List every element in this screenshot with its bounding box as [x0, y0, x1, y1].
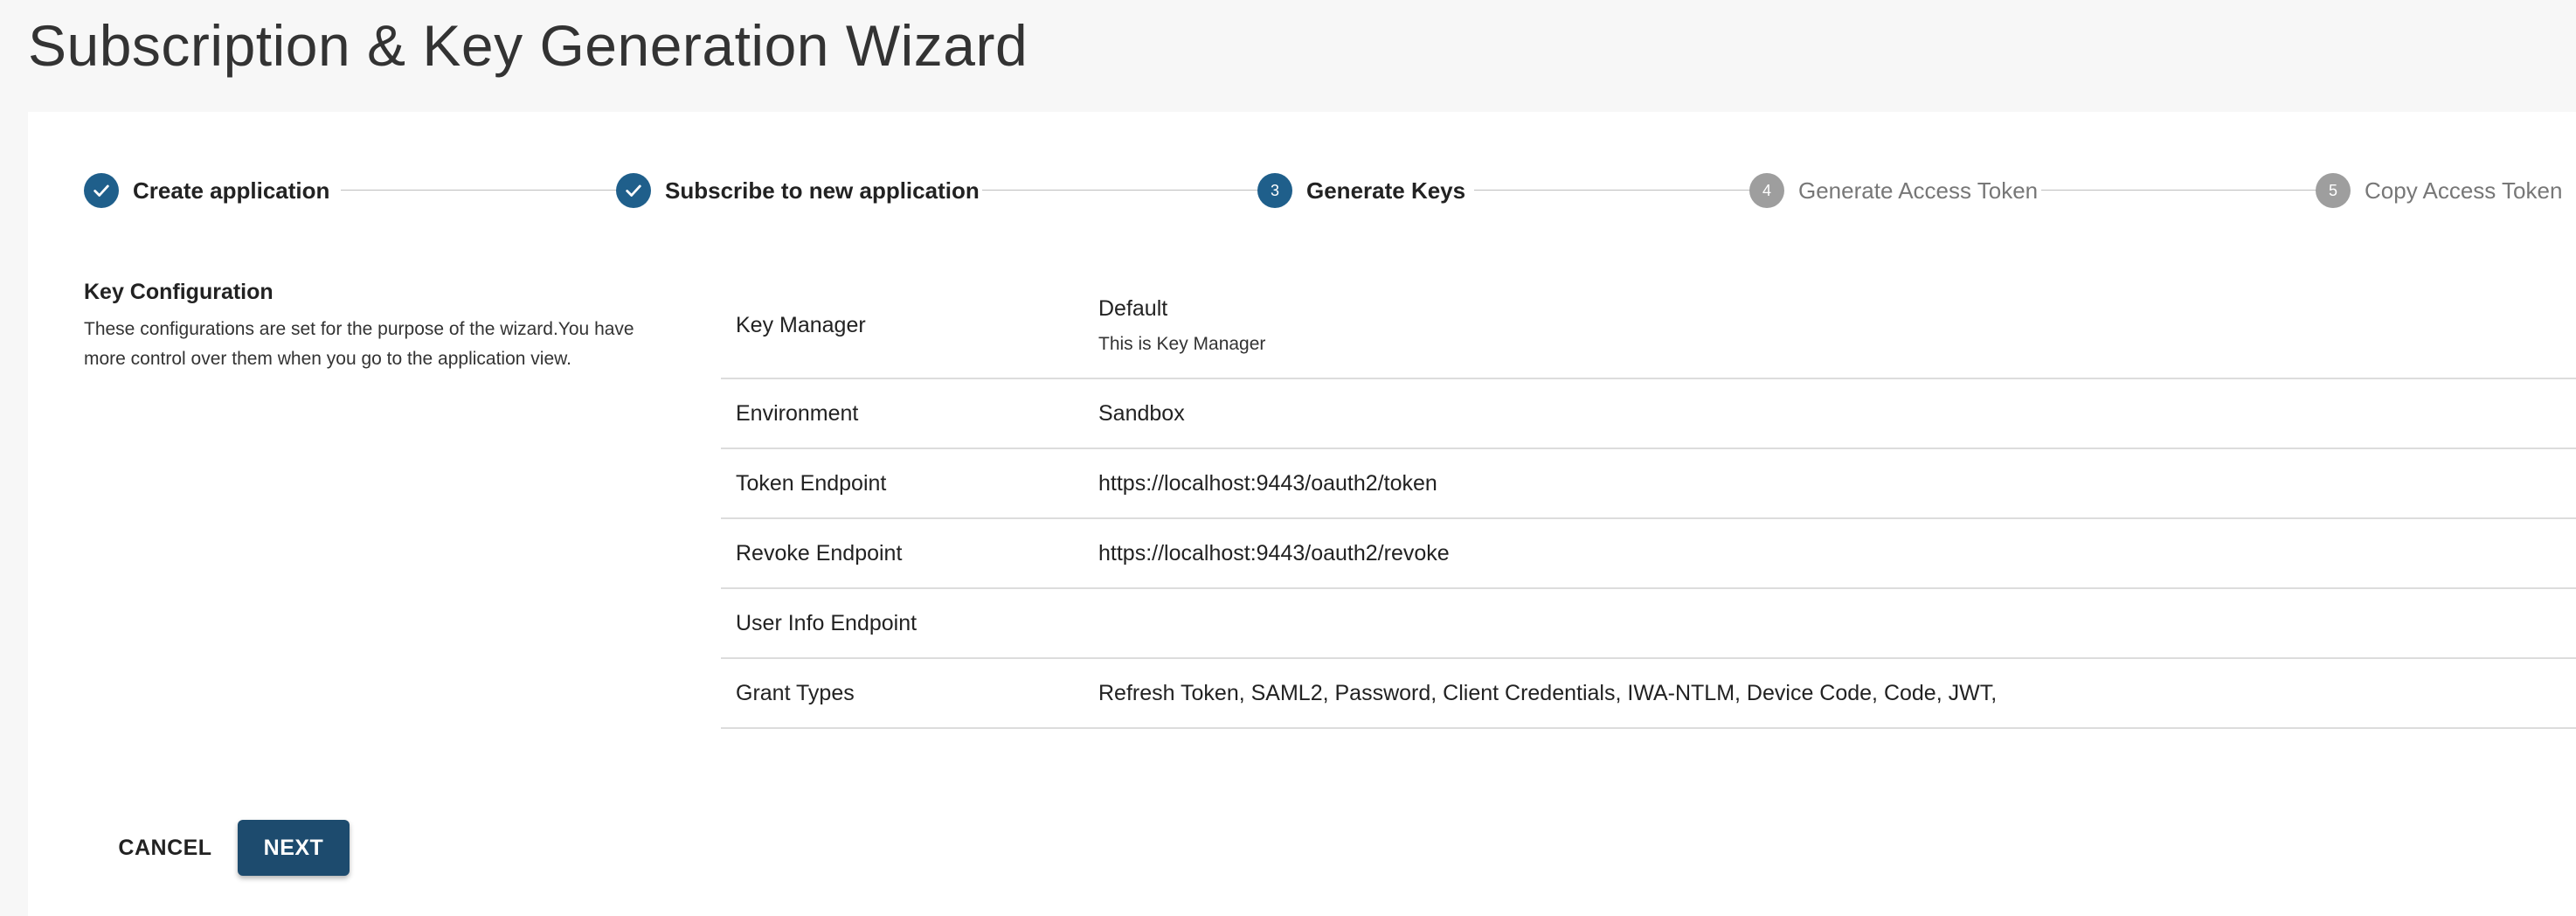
- step-label: Generate Access Token: [1798, 177, 2039, 204]
- step-connector: [341, 190, 631, 191]
- table-row: Key Manager Default This is Key Manager: [721, 273, 2576, 379]
- row-value-cell: Default This is Key Manager: [1098, 296, 1265, 355]
- step-number: 5: [2316, 173, 2351, 208]
- row-value: Sandbox: [1098, 400, 1185, 426]
- step-label: Generate Keys: [1306, 177, 1466, 204]
- check-icon: [84, 173, 119, 208]
- step-generate-keys: 3 Generate Keys: [1257, 172, 1465, 209]
- step-label: Create application: [133, 177, 330, 204]
- row-value: Default: [1098, 295, 1168, 321]
- step-label: Copy Access Token: [2365, 177, 2563, 204]
- row-key: Grant Types: [736, 680, 855, 705]
- row-key: User Info Endpoint: [736, 610, 918, 635]
- step-create-application: Create application: [84, 172, 329, 209]
- step-connector: [1474, 190, 1762, 191]
- step-number: 3: [1257, 173, 1292, 208]
- key-configuration-table: Key Manager Default This is Key Manager …: [721, 273, 2576, 729]
- check-icon: [616, 173, 651, 208]
- key-configuration-title: Key Configuration: [84, 280, 274, 304]
- row-key: Environment: [736, 400, 859, 426]
- row-value: https://localhost:9443/oauth2/revoke: [1098, 540, 1450, 566]
- table-row: User Info Endpoint: [721, 589, 2576, 659]
- row-key: Key Manager: [736, 312, 866, 337]
- step-subscribe: Subscribe to new application: [616, 172, 980, 209]
- cancel-button[interactable]: CANCEL: [110, 820, 220, 876]
- table-row: Grant Types Refresh Token, SAML2, Passwo…: [721, 659, 2576, 729]
- step-generate-access-token: 4 Generate Access Token: [1749, 172, 2038, 209]
- row-key: Token Endpoint: [736, 470, 887, 496]
- row-value: https://localhost:9443/oauth2/token: [1098, 470, 1437, 496]
- wizard-card: Create application Subscribe to new appl…: [28, 112, 2576, 916]
- row-value-description: This is Key Manager: [1098, 333, 1266, 354]
- row-value: Refresh Token, SAML2, Password, Client C…: [1098, 680, 1998, 705]
- step-connector: [982, 190, 1271, 191]
- step-connector: [2041, 190, 2328, 191]
- next-button[interactable]: NEXT: [238, 820, 350, 876]
- step-label: Subscribe to new application: [665, 177, 980, 204]
- step-copy-access-token: 5 Copy Access Token: [2316, 172, 2562, 209]
- step-number: 4: [1749, 173, 1784, 208]
- table-row: Environment Sandbox: [721, 379, 2576, 449]
- key-configuration-description: These configurations are set for the pur…: [84, 319, 634, 369]
- row-key: Revoke Endpoint: [736, 540, 903, 566]
- page-title: Subscription & Key Generation Wizard: [28, 13, 1028, 78]
- table-row: Token Endpoint https://localhost:9443/oa…: [721, 449, 2576, 519]
- table-row: Revoke Endpoint https://localhost:9443/o…: [721, 519, 2576, 589]
